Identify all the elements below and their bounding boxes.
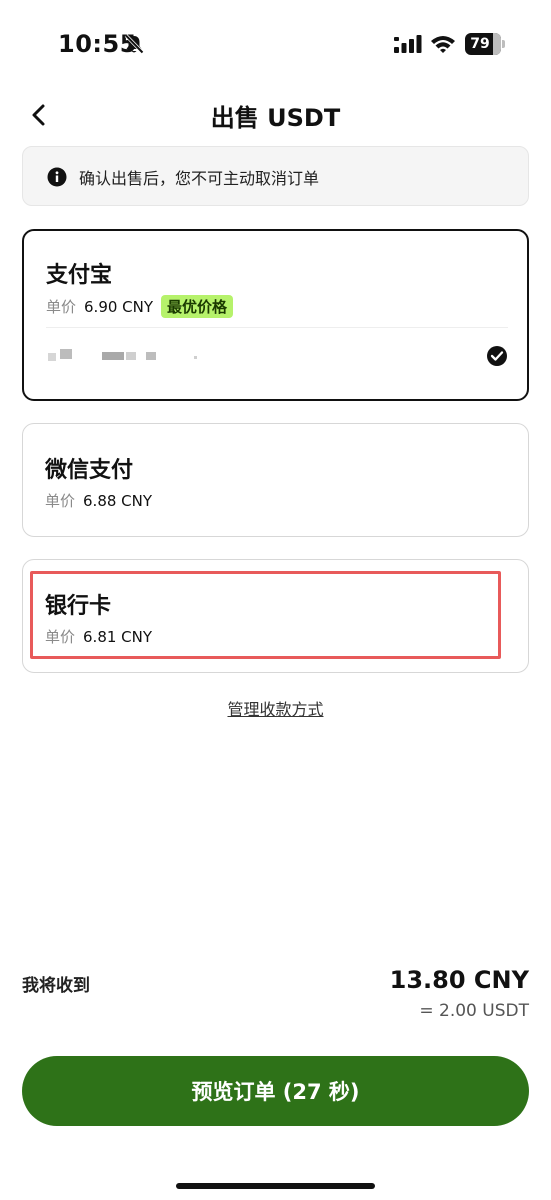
- price-value: 6.90 CNY: [84, 297, 154, 316]
- wifi-icon: [431, 36, 455, 53]
- receive-usdt-equivalent: = 2.00 USDT: [419, 1001, 529, 1021]
- payment-method-name: 微信支付: [45, 458, 134, 483]
- screen: 10:55 79 出售 USDT 确认出售后，您不可主动取消订单 支付宝 单价 …: [0, 0, 551, 1200]
- manage-payment-methods-link[interactable]: 管理收款方式: [0, 696, 551, 720]
- price-label: 单价: [45, 492, 76, 510]
- card-divider: [46, 327, 508, 328]
- best-price-badge: 最优价格: [161, 295, 234, 318]
- battery-level-text: 79: [470, 36, 490, 52]
- account-info-redacted: [46, 347, 246, 365]
- notice-banner: 确认出售后，您不可主动取消订单: [22, 146, 529, 206]
- home-indicator[interactable]: [176, 1183, 375, 1189]
- payment-method-name: 支付宝: [46, 263, 113, 288]
- payment-card-wechat[interactable]: 微信支付 单价 6.88 CNY: [22, 423, 529, 537]
- status-bar: 10:55 79: [0, 0, 551, 90]
- price-value: 6.88 CNY: [83, 491, 153, 510]
- payment-card-alipay[interactable]: 支付宝 单价 6.90 CNY 最优价格: [22, 229, 529, 401]
- price-row: 单价 6.90 CNY 最优价格: [46, 295, 234, 318]
- price-row: 单价 6.88 CNY: [45, 490, 152, 511]
- selected-check-icon: [487, 346, 507, 366]
- highlight-annotation-box: [30, 571, 501, 659]
- preview-order-button[interactable]: 预览订单 (27 秒): [22, 1056, 529, 1126]
- bell-muted-icon: [124, 34, 144, 54]
- info-icon: [47, 167, 67, 187]
- receive-amount: 13.80 CNY: [389, 966, 529, 994]
- receive-label: 我将收到: [22, 976, 90, 996]
- notice-text: 确认出售后，您不可主动取消订单: [79, 169, 320, 188]
- battery-body: 79: [465, 33, 501, 55]
- battery-indicator: 79: [465, 33, 505, 55]
- page-title: 出售 USDT: [210, 104, 341, 132]
- price-label: 单价: [46, 298, 77, 316]
- signal-icon: [394, 35, 422, 53]
- battery-cap: [502, 40, 505, 48]
